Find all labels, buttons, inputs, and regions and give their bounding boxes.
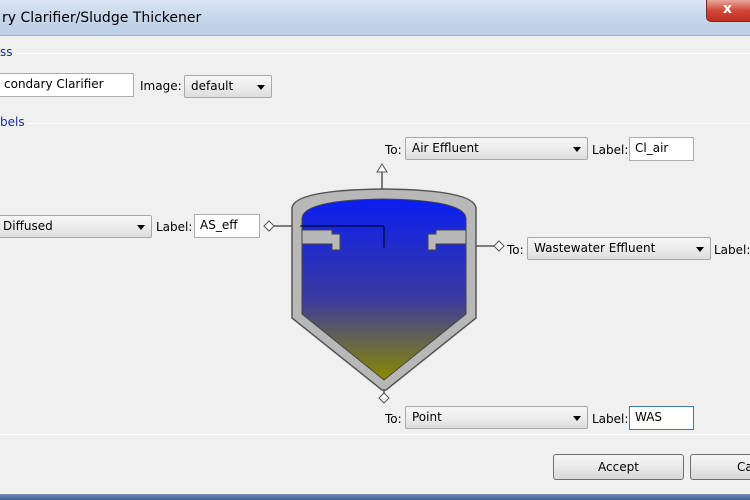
left-label-caption: Label:	[156, 220, 193, 234]
left-destination-value: Diffused	[3, 219, 53, 233]
class-section-label: ss	[0, 45, 16, 59]
image-select-value: default	[191, 79, 234, 93]
chevron-down-icon	[573, 416, 581, 421]
labels-divider	[0, 123, 750, 124]
cancel-button[interactable]: Ca	[690, 454, 750, 480]
right-label-caption: Label:	[714, 243, 750, 257]
top-to-label: To:	[385, 143, 402, 157]
chevron-down-icon	[257, 85, 265, 90]
close-button[interactable]: x	[706, 0, 750, 22]
right-destination-value: Wastewater Effluent	[534, 241, 656, 255]
top-destination-select[interactable]: Air Effluent	[405, 137, 588, 160]
title-bar: ry Clarifier/Sludge Thickener x	[0, 0, 750, 36]
image-label: Image:	[140, 79, 182, 93]
class-divider	[0, 53, 750, 54]
right-destination-select[interactable]: Wastewater Effluent	[527, 237, 711, 260]
dialog-body: ss condary Clarifier Image: default bels…	[0, 36, 750, 494]
bottom-destination-select[interactable]: Point	[405, 406, 588, 429]
image-select[interactable]: default	[184, 75, 272, 98]
close-icon: x	[723, 1, 733, 17]
top-label-input[interactable]: Cl_air	[629, 137, 694, 161]
left-destination-select[interactable]: Diffused	[0, 215, 152, 238]
chevron-down-icon	[137, 225, 145, 230]
right-port-icon	[493, 240, 505, 252]
arrow-up-icon	[376, 163, 388, 173]
chevron-down-icon	[696, 247, 704, 252]
bottom-destination-value: Point	[412, 410, 442, 424]
bottom-to-label: To:	[385, 412, 402, 426]
accept-button[interactable]: Accept	[553, 454, 684, 480]
left-port-icon	[263, 220, 275, 232]
bottom-label-caption: Label:	[592, 412, 629, 426]
bottom-label-input[interactable]: WAS	[629, 406, 694, 430]
name-input[interactable]: condary Clarifier	[0, 73, 134, 97]
buttons-divider	[0, 434, 750, 435]
window-title: ry Clarifier/Sludge Thickener	[2, 10, 202, 26]
chevron-down-icon	[573, 147, 581, 152]
top-label-caption: Label:	[592, 143, 629, 157]
top-destination-value: Air Effluent	[412, 141, 479, 155]
bottom-port-icon	[378, 392, 390, 404]
taskbar	[0, 494, 750, 500]
clarifier-diagram	[263, 163, 505, 404]
labels-section-label: bels	[0, 115, 28, 129]
left-label-input[interactable]: AS_eff	[194, 214, 260, 238]
